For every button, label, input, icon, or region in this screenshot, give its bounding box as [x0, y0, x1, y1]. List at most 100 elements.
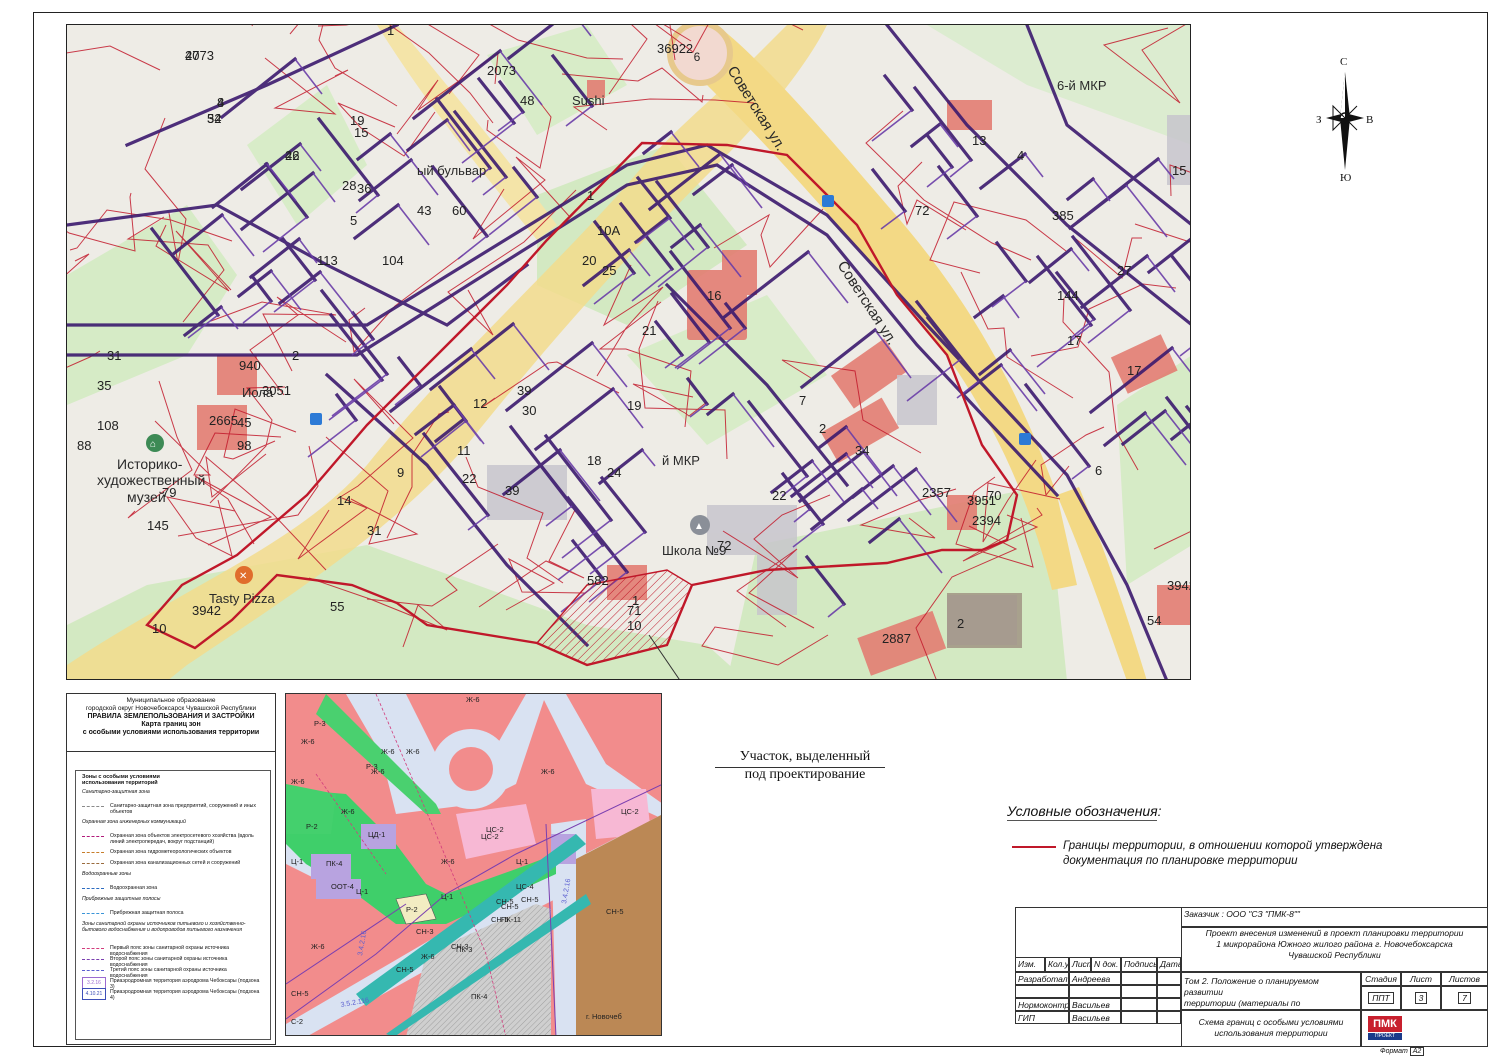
title-block: Заказчик : ООО "СЗ "ПМК-8"" Проект внесе… — [1015, 907, 1488, 1047]
zone-code-label: ЦС-2 — [621, 807, 639, 816]
plot-number-label: 14 — [337, 493, 351, 508]
plot-number-label: 22 — [772, 488, 786, 503]
legend-group-label: Охранная зона инженерных коммуникаций — [82, 819, 186, 825]
zone-map[interactable]: Ж-6 Р-3 Ж-6 Ж-6 Р-3 Ж-6 Ж-6 Ж-6 Ж-6 Ж-6 ЦС-2 ЦС-2 Р-… — [285, 693, 662, 1036]
pzz-header-line: Карта границ зон — [141, 721, 201, 728]
gip-label: ГИП — [1015, 1011, 1069, 1024]
customer-cell: Заказчик : ООО "СЗ "ПМК-8"" — [1181, 907, 1488, 927]
zone-code-label: ЦС-4 — [516, 882, 534, 891]
plot-number-label: 88 — [77, 438, 91, 453]
design-site-callout: Участок, выделенный под проектирование — [730, 748, 880, 784]
pzz-header: Муниципальное образование городской окру… — [67, 694, 275, 752]
sheet-value: 3 — [1414, 992, 1428, 1004]
pzz-legend: Муниципальное образование городской окру… — [66, 693, 276, 1045]
poi-tasty-pizza: Tasty Pizza — [209, 591, 276, 606]
plot-2073: 6 — [694, 50, 701, 64]
pzz-header-line: ПРАВИЛА ЗЕМЛЕПОЛЬЗОВАНИЯ И ЗАСТРОЙКИ — [87, 713, 255, 720]
legend-group-header: Прибрежные защитные полосы — [82, 896, 270, 902]
pzz-legend-title: Зоны с особыми условиями использования т… — [82, 774, 160, 786]
plot-number-label: 98 — [237, 438, 251, 453]
plot-number-label: 34 — [855, 443, 869, 458]
sheets-label: Листов — [1441, 972, 1488, 986]
plot-number-label: 15 — [1172, 163, 1186, 178]
plot-number-label: 3951 — [967, 493, 996, 508]
zone-code-label: Ж-6 — [466, 695, 480, 704]
poi-6mkr: 6-й МКР — [1057, 78, 1107, 93]
legend-group-header: Санитарно-защитная зона — [82, 789, 270, 795]
zone-code-label: Ц-1 — [516, 857, 528, 866]
sheet-label: Лист — [1401, 972, 1441, 986]
plot-number-label: 7 — [799, 393, 806, 408]
pzz-header-line: с особыми условиями использования террит… — [82, 729, 260, 736]
scheme-cell: Схема границ с особыми условиями использ… — [1181, 1010, 1361, 1047]
callout-line: Участок, выделенный — [739, 749, 871, 764]
callout-line: под проектирование — [744, 767, 866, 782]
format-label-text: Формат — [1380, 1048, 1408, 1055]
customer: Заказчик : ООО "СЗ "ПМК-8"" — [1184, 909, 1300, 919]
legend-swatch — [82, 836, 104, 837]
food-icon: ✕ — [235, 566, 253, 584]
poi-museum-1: Историко- — [117, 456, 183, 472]
legend-swatch — [82, 806, 104, 807]
poi-iola: Иола — [242, 385, 274, 400]
plot-number-label: 13 — [972, 133, 986, 148]
scheme-line: Схема границ с особыми условиями — [1198, 1017, 1344, 1027]
plot-number-label: 2 — [819, 421, 826, 436]
zone-code-label: ЦД-1 — [368, 830, 385, 839]
plot-number-label: 2665 — [209, 413, 238, 428]
plot-number-label: 27 — [1117, 263, 1131, 278]
plot-number-label: 10А — [597, 223, 620, 238]
normcontrol-label: Нормоконтр. — [1015, 998, 1069, 1011]
plot-number-label: 4 — [1017, 148, 1024, 163]
plot-number-label: 72 — [915, 203, 929, 218]
plot-number-label: 39 — [505, 483, 519, 498]
legend-row-text: Санитарно-защитная зона предприятий, соо… — [110, 803, 256, 815]
zone-code-label: Ц-1 — [356, 887, 368, 896]
zone-code-label: СН-5 — [396, 965, 414, 974]
plot-number-label: 2 — [957, 616, 964, 631]
planning-map[interactable]: 47 32 8 46 19 15 36 113 5 43 104 60 2 940 3051 45 2665 98… — [66, 24, 1191, 680]
plot-number-label: 6 — [1095, 463, 1102, 478]
plot-number-label: 3942 — [1167, 578, 1191, 593]
plot-number-label: 1 — [587, 188, 594, 203]
format-value: А2 — [1409, 1047, 1425, 1056]
zone-code-label: СН-3 — [451, 942, 469, 951]
plot-number-label: 28 — [342, 178, 356, 193]
developed-name: Андреева — [1069, 972, 1121, 985]
plot-number-label: 15 — [354, 125, 368, 140]
plot-number-label: 2 — [937, 25, 944, 28]
zone-code-label: Ж-6 — [381, 747, 395, 756]
stage-value: ППТ — [1368, 992, 1394, 1004]
conventions-title-underline — [1007, 820, 1157, 821]
plot-number-label: 2357 — [922, 485, 951, 500]
legend-group-header: Зоны санитарной охраны источников питьев… — [82, 921, 270, 933]
legend-group-header: Водоохранные зоны — [82, 871, 270, 877]
plot-number-label: 11 — [457, 443, 471, 458]
volume-cell: Том 2. Положение о планируемом развитии … — [1181, 972, 1361, 1010]
plot-number-label: 2887 — [882, 631, 911, 646]
zone-code-label: Ж-6 — [301, 737, 315, 746]
plot-number-label: 31 — [367, 523, 381, 538]
poi-museum-2: художественный — [97, 472, 205, 488]
legend-group-label: Прибрежные защитные полосы — [82, 896, 161, 902]
plot-number-label: 108 — [97, 418, 119, 433]
zone-code-label: Ж-6 — [421, 952, 435, 961]
zone-code-label: ООТ-4 — [331, 882, 354, 891]
logo-cell: ПМК ПРОЕКТ — [1361, 1010, 1488, 1047]
boundary-legend-line: документация по планировке территории — [1063, 855, 1298, 867]
developed-label: Разработал — [1015, 972, 1069, 985]
plot-number-label: 145 — [147, 518, 169, 533]
plot-number-label: 21 — [642, 323, 656, 338]
pzz-legend-box: Зоны с особыми условиями использования т… — [75, 770, 271, 1040]
plot-number-label: 45 — [237, 415, 251, 430]
legend-swatch: 4.10.21 — [82, 988, 106, 1000]
col-ndok: N док. — [1091, 957, 1121, 972]
logo-sub: ПРОЕКТ — [1368, 1033, 1402, 1040]
plot-number-label: 16 — [707, 288, 721, 303]
plot-number-label: 385 — [1052, 208, 1074, 223]
sheets-value: 7 — [1458, 992, 1471, 1004]
boundary-legend-line: Границы территории, в отношении которой … — [1063, 840, 1383, 852]
legend-row-text: Прибрежная защитная полоса — [110, 910, 184, 916]
plot-number-label: 39 — [517, 383, 531, 398]
plot-number-label: 1 — [632, 593, 639, 608]
